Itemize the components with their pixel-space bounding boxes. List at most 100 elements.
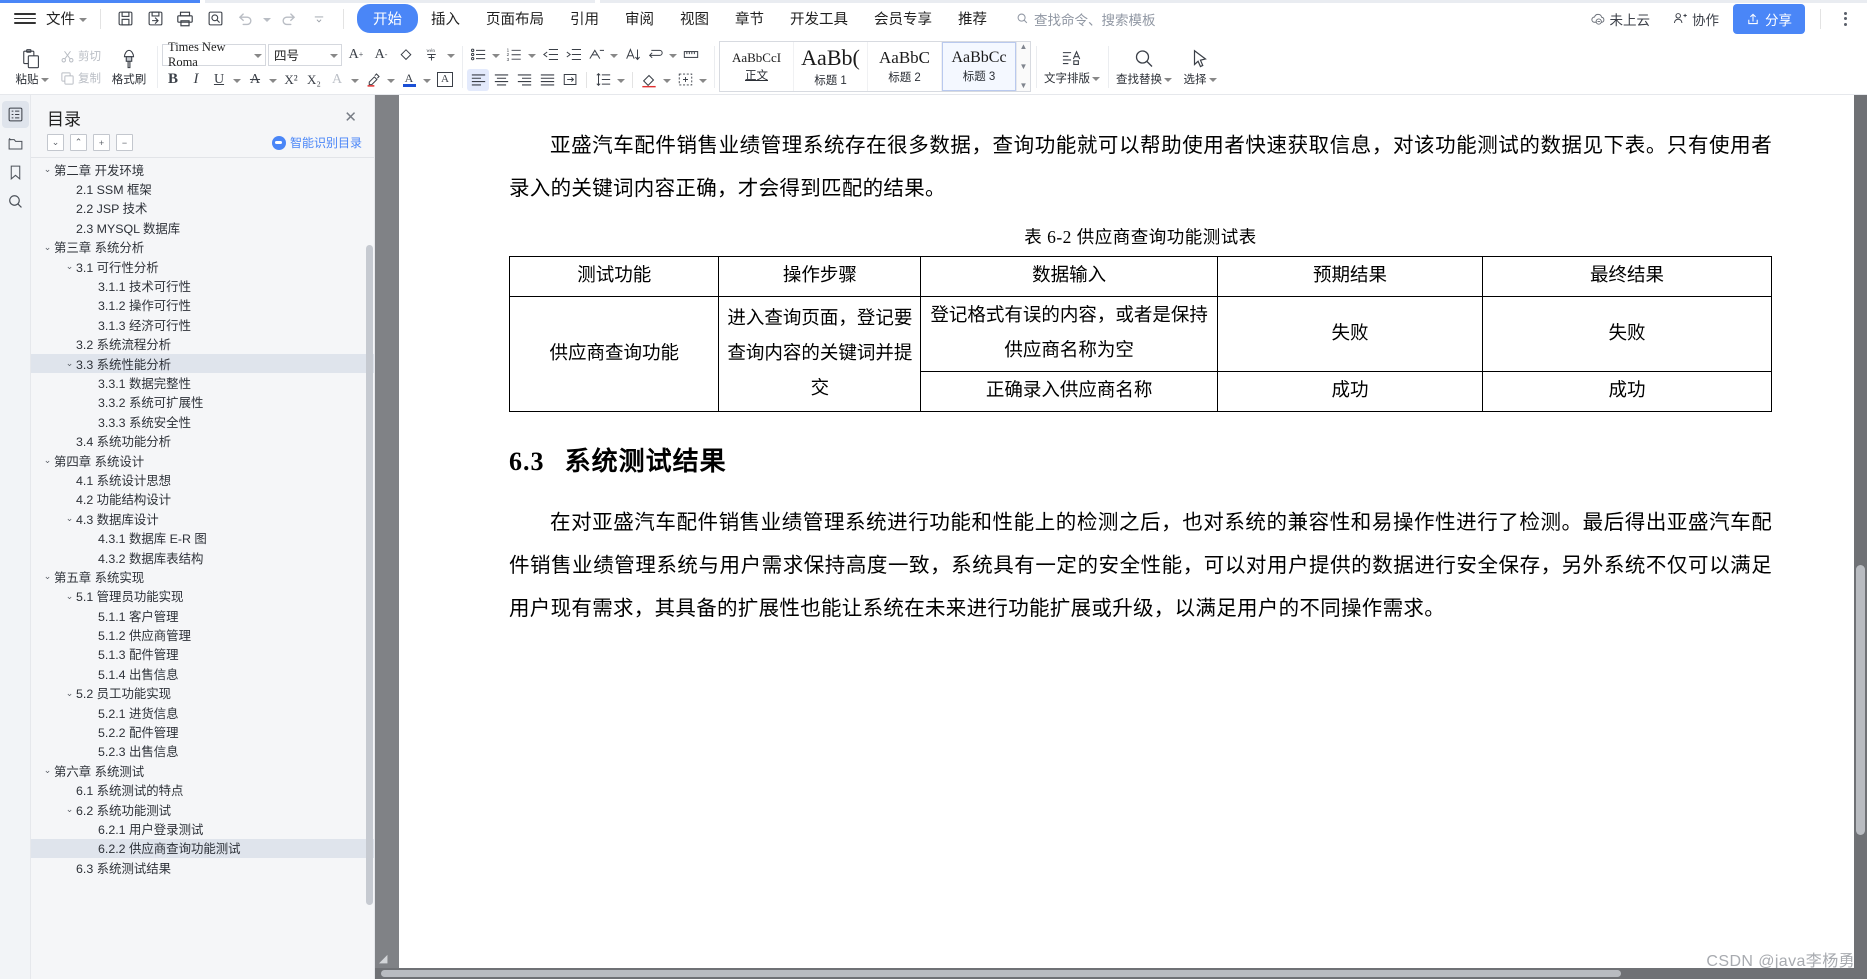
document-page[interactable]: 亚盛汽车配件销售业绩管理系统存在很多数据，查询功能就可以帮助使用者快速获取信息，…	[399, 95, 1867, 979]
chevron-down-icon[interactable]: ⌄	[41, 765, 54, 776]
multilevel-list-icon[interactable]	[585, 44, 607, 66]
style-scroll-down-icon[interactable]: ▼	[1020, 62, 1028, 71]
highlight-dropdown-icon[interactable]	[385, 69, 397, 91]
style-heading-1[interactable]: AaBb( 标题 1	[794, 42, 868, 91]
more-options-icon[interactable]	[1836, 11, 1855, 26]
chevron-down-icon[interactable]: ⌄	[41, 242, 54, 253]
style-heading-3[interactable]: AaBbCc 标题 3	[942, 42, 1016, 91]
align-justify-icon[interactable]	[536, 69, 558, 91]
bold-button[interactable]: B	[162, 69, 184, 91]
highlight-color-icon[interactable]	[362, 69, 384, 91]
toc-item[interactable]: ⌄2.2 JSP 技术	[31, 199, 374, 218]
distribute-icon[interactable]	[559, 69, 581, 91]
close-icon[interactable]: ✕	[339, 108, 362, 127]
toc-item[interactable]: ⌄5.2.1 进货信息	[31, 703, 374, 722]
print-icon[interactable]	[172, 6, 198, 32]
chevron-down-icon[interactable]: ⌄	[41, 164, 54, 175]
multilevel-dropdown-icon[interactable]	[608, 44, 620, 66]
font-family-select[interactable]: Times New Roma	[162, 40, 266, 69]
toc-item[interactable]: ⌄5.1.3 配件管理	[31, 645, 374, 664]
toc-item[interactable]: ⌄3.3.1 数据完整性	[31, 373, 374, 392]
pinyin-dropdown-icon[interactable]	[445, 44, 457, 66]
font-color-icon[interactable]: A	[398, 69, 420, 91]
share-button[interactable]: 分享	[1733, 3, 1805, 34]
undo-icon[interactable]	[232, 6, 258, 32]
redo-icon[interactable]	[276, 6, 302, 32]
chevron-down-icon[interactable]: ⌄	[41, 571, 54, 582]
toc-item[interactable]: ⌄2.1 SSM 框架	[31, 179, 374, 198]
character-shading-dropdown-icon[interactable]	[349, 69, 361, 91]
style-gallery-expand-icon[interactable]: ▼	[1020, 82, 1028, 90]
tab-insert[interactable]: 插入	[418, 4, 473, 33]
find-replace-button[interactable]: 查找替换	[1113, 40, 1175, 94]
toc-item[interactable]: ⌄ 第六章 系统测试	[31, 761, 374, 780]
tab-review[interactable]: 审阅	[612, 4, 667, 33]
chevron-down-icon[interactable]: ⌄	[63, 513, 76, 524]
toc-item[interactable]: ⌄4.3.2 数据库表结构	[31, 548, 374, 567]
toc-item[interactable]: ⌄3.1.2 操作可行性	[31, 296, 374, 315]
numbered-dropdown-icon[interactable]	[526, 44, 538, 66]
toc-item[interactable]: ⌄2.3 MYSQL 数据库	[31, 218, 374, 237]
smart-toc-button[interactable]: 智能识别目录	[271, 134, 362, 151]
text-layout-button[interactable]: 文字排版	[1041, 40, 1103, 94]
borders-icon[interactable]	[674, 69, 696, 91]
tab-page-layout[interactable]: 页面布局	[473, 4, 557, 33]
file-menu[interactable]: 文件	[42, 5, 91, 32]
toc-item[interactable]: ⌄ 5.1 管理员功能实现	[31, 587, 374, 606]
font-size-select[interactable]: 四号	[268, 43, 342, 66]
toc-item[interactable]: ⌄5.1.2 供应商管理	[31, 625, 374, 644]
character-border-icon[interactable]: A	[434, 69, 456, 91]
style-scroll-up-icon[interactable]: ▲	[1020, 43, 1028, 51]
tab-member-exclusive[interactable]: 会员专享	[861, 4, 945, 33]
toc-item[interactable]: ⌄6.3 系统测试结果	[31, 858, 374, 877]
strikethrough-dropdown-icon[interactable]	[267, 69, 279, 91]
copy-button[interactable]: 复制	[55, 68, 106, 88]
bookmark-panel-icon[interactable]	[2, 159, 29, 186]
toc-item[interactable]: ⌄ 第五章 系统实现	[31, 567, 374, 586]
italic-button[interactable]: I	[185, 69, 207, 91]
toc-item[interactable]: ⌄3.4 系统功能分析	[31, 431, 374, 450]
toc-collapse-up-button[interactable]: ⌃	[70, 134, 87, 151]
pinyin-guide-icon[interactable]: wén	[420, 44, 442, 66]
style-heading-2[interactable]: AaBbC 标题 2	[868, 42, 942, 91]
underline-dropdown-icon[interactable]	[231, 69, 243, 91]
style-gallery-scroll[interactable]: ▲ ▼ ▼	[1016, 42, 1030, 91]
borders-dropdown-icon[interactable]	[697, 69, 709, 91]
shading-icon[interactable]	[638, 69, 660, 91]
cut-button[interactable]: 剪切	[55, 46, 106, 66]
search-panel-icon[interactable]	[2, 188, 29, 215]
tab-references[interactable]: 引用	[557, 4, 612, 33]
print-preview-icon[interactable]	[202, 6, 228, 32]
toc-scrollbar[interactable]	[366, 245, 373, 975]
cloud-status-button[interactable]: 未上云	[1582, 5, 1659, 33]
numbered-list-icon[interactable]: 123	[503, 44, 525, 66]
scrollbar-thumb[interactable]	[1856, 565, 1865, 835]
show-marks-dropdown-icon[interactable]	[667, 44, 679, 66]
subscript-button[interactable]: X₂	[303, 69, 325, 91]
tab-section[interactable]: 章节	[722, 4, 777, 33]
scrollbar-thumb[interactable]	[381, 970, 1621, 977]
align-right-icon[interactable]	[513, 69, 535, 91]
toc-item[interactable]: ⌄ 4.3 数据库设计	[31, 509, 374, 528]
show-marks-icon[interactable]	[644, 44, 666, 66]
increase-font-size-button[interactable]: A +	[345, 44, 367, 66]
tab-developer-tools[interactable]: 开发工具	[777, 4, 861, 33]
toc-item[interactable]: ⌄ 6.2 系统功能测试	[31, 800, 374, 819]
toc-item[interactable]: ⌄5.2.2 配件管理	[31, 722, 374, 741]
chevron-down-icon[interactable]: ⌄	[41, 455, 54, 466]
toc-expand-down-button[interactable]: ⌄	[47, 134, 64, 151]
toc-item[interactable]: ⌄6.2.1 用户登录测试	[31, 819, 374, 838]
style-normal[interactable]: AaBbCcI 正文	[720, 42, 794, 91]
outline-panel-icon[interactable]	[1, 101, 29, 128]
decrease-indent-icon[interactable]	[539, 44, 561, 66]
font-color-dropdown-icon[interactable]	[421, 69, 433, 91]
toc-item[interactable]: ⌄3.3.2 系统可扩展性	[31, 393, 374, 412]
line-spacing-dropdown-icon[interactable]	[615, 69, 627, 91]
toc-item[interactable]: ⌄ 第二章 开发环境	[31, 160, 374, 179]
toc-item[interactable]: ⌄ 第三章 系统分析	[31, 238, 374, 257]
toc-collapse-all-button[interactable]: −	[116, 134, 133, 151]
toc-item[interactable]: ⌄3.2 系统流程分析	[31, 335, 374, 354]
superscript-button[interactable]: X²	[280, 69, 302, 91]
underline-button[interactable]: U	[208, 69, 230, 91]
command-search[interactable]: 查找命令、搜索模板	[1016, 9, 1156, 29]
